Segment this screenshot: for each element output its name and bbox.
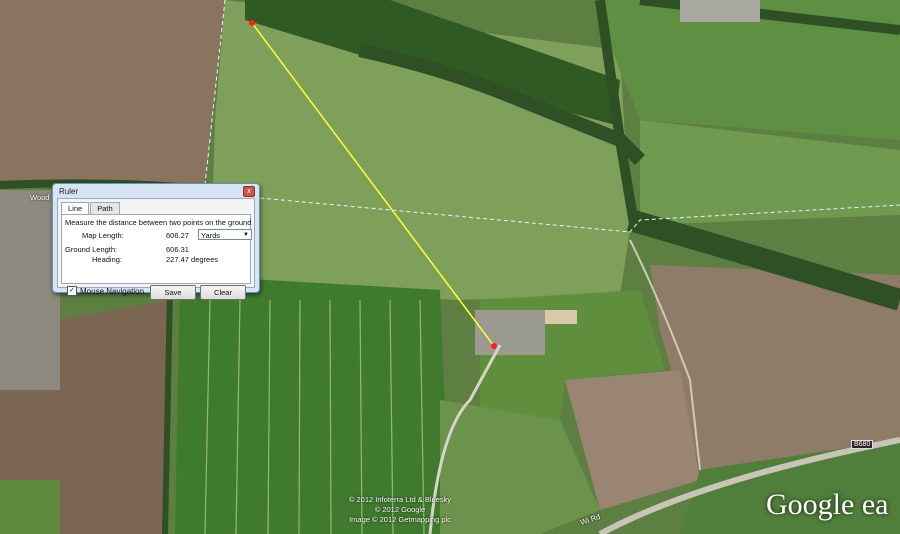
plowed-field (0, 0, 225, 185)
village-area (0, 190, 60, 390)
close-button[interactable]: x (243, 186, 255, 197)
heading-value: 227.47 degrees (166, 255, 219, 264)
measure-end-point[interactable] (491, 343, 497, 349)
save-button[interactable]: Save (150, 285, 196, 300)
farm-buildings (680, 0, 760, 22)
units-value: Yards (201, 231, 221, 240)
ruler-dialog: Ruler x Line Path Measure the distance b… (52, 183, 260, 300)
units-dropdown[interactable]: Yards ▼ (198, 229, 252, 240)
ruler-panel: Measure the distance between two points … (61, 214, 252, 300)
imagery-credit: Image © 2012 Getmapping plc (349, 515, 451, 524)
farm-buildings (545, 310, 577, 324)
farm-buildings (475, 310, 545, 355)
ruler-body: Line Path Measure the distance between t… (57, 198, 255, 300)
ground-length-label: Ground Length: (65, 245, 118, 254)
imagery-credit: © 2012 Infoterra Ltd & Bluesky (348, 495, 452, 504)
road-shield-b680: B680 (851, 440, 874, 449)
field (0, 480, 60, 534)
map-length-label: Map Length: (82, 231, 124, 240)
road-label: Wood (30, 193, 50, 202)
tab-path[interactable]: Path (90, 202, 120, 214)
imagery-credit: © 2012 Google (374, 505, 426, 514)
ground-length-value: 606.31 (166, 245, 189, 254)
clear-button[interactable]: Clear (200, 285, 246, 300)
ruler-description: Measure the distance between two points … (65, 218, 252, 227)
heading-label: Heading: (92, 255, 123, 264)
map-length-value: 606.27 (166, 231, 189, 240)
mouse-navigation-checkbox[interactable]: ✓ (67, 286, 77, 296)
measure-start-point[interactable] (249, 20, 255, 26)
tab-line[interactable]: Line (61, 202, 90, 214)
ruler-tabs: Line Path (61, 202, 121, 214)
mouse-navigation-label: Mouse Navigation (80, 286, 145, 296)
ruler-title: Ruler (59, 187, 79, 196)
ruler-titlebar[interactable]: Ruler x (53, 184, 259, 198)
mouse-navigation-option[interactable]: ✓ Mouse Navigation (67, 286, 144, 296)
chevron-down-icon: ▼ (243, 232, 249, 238)
google-earth-logo: Google ea (766, 488, 889, 521)
